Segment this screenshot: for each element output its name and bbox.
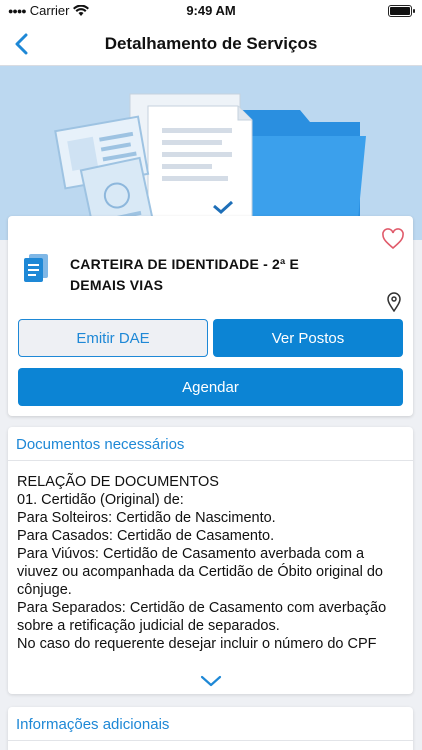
- ver-postos-button[interactable]: Ver Postos: [213, 319, 403, 357]
- status-bar: ●●●● Carrier 9:49 AM: [0, 0, 422, 22]
- heart-outline-icon: [382, 228, 404, 250]
- expand-documents-button[interactable]: [8, 674, 413, 688]
- navigation-bar: Detalhamento de Serviços: [0, 22, 422, 66]
- documents-line: No caso do requerente desejar incluir o …: [17, 636, 377, 652]
- clock: 9:49 AM: [186, 3, 236, 18]
- location-button[interactable]: [387, 292, 401, 317]
- map-pin-icon: [387, 292, 401, 313]
- documents-line: 01. Certidão (Original) de:: [17, 492, 184, 508]
- documents-line: RELAÇÃO DE DOCUMENTOS: [17, 474, 219, 490]
- service-card: CARTEIRA DE IDENTIDADE - 2ª E DEMAIS VIA…: [8, 216, 413, 416]
- agendar-button[interactable]: Agendar: [18, 368, 403, 406]
- chevron-down-icon: [200, 675, 221, 687]
- hero-illustration: [0, 66, 422, 240]
- favorite-button[interactable]: [381, 228, 405, 255]
- additional-info-panel[interactable]: Informações adicionais: [8, 707, 413, 750]
- documents-panel: Documentos necessários RELAÇÃO DE DOCUME…: [8, 427, 413, 694]
- documents-line: Para Viúvos: Certidão de Casamento averb…: [17, 546, 383, 598]
- documents-folder-illustration: [54, 93, 366, 240]
- page-title: Detalhamento de Serviços: [104, 34, 318, 53]
- documents-header: Documentos necessários: [8, 427, 413, 461]
- additional-info-header: Informações adicionais: [8, 707, 413, 741]
- battery-icon: [388, 5, 415, 17]
- documents-line: Para Separados: Certidão de Casamento co…: [17, 600, 387, 634]
- documents-line: Para Casados: Certidão de Casamento.: [17, 528, 275, 544]
- document-icon: [24, 254, 48, 289]
- documents-text: RELAÇÃO DE DOCUMENTOS 01. Certidão (Orig…: [8, 461, 413, 657]
- service-title: CARTEIRA DE IDENTIDADE - 2ª E DEMAIS VIA…: [70, 256, 300, 293]
- documents-line: Para Solteiros: Certidão de Nascimento.: [17, 510, 276, 526]
- emitir-dae-button[interactable]: Emitir DAE: [18, 319, 208, 357]
